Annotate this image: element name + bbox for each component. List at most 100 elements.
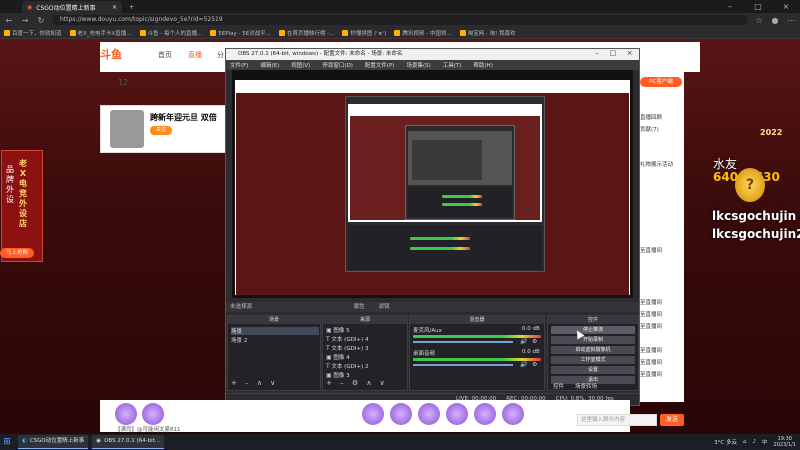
close-icon[interactable]: × <box>627 49 633 60</box>
speaker-icon[interactable]: 🔊 <box>520 361 527 368</box>
menu-tools[interactable]: 工具(T) <box>443 61 462 69</box>
tab-transitions[interactable]: 场景转场 <box>575 382 597 390</box>
bookmark-item[interactable]: 老X_充电手卡X直播... <box>69 29 132 37</box>
nav-home[interactable]: 首页 <box>158 50 172 60</box>
bookmark-item[interactable]: 5EPlay - 5E对战平... <box>210 29 271 37</box>
profile-icon[interactable]: ● <box>770 16 780 25</box>
refresh-icon[interactable]: ↻ <box>36 16 46 25</box>
settings-button[interactable]: 设置 <box>551 366 635 374</box>
gear-icon[interactable]: ⚙ <box>532 361 537 368</box>
clock[interactable]: 19:30 2023/1/1 <box>774 436 796 448</box>
tab-controls[interactable]: 控件 <box>553 382 564 390</box>
gift-icon[interactable] <box>446 403 468 425</box>
menu-icon[interactable]: ⋯ <box>786 16 796 25</box>
scene-toolbar[interactable]: + – ∧ ∨ <box>231 379 278 387</box>
douyu-logo[interactable]: 斗鱼 <box>100 46 136 64</box>
pc-client-button[interactable]: PC客户端 <box>640 77 682 87</box>
url-input[interactable]: https://www.douyu.com/topic/signdevo_5e?… <box>52 15 748 25</box>
taskbar-browser[interactable]: ◐ CSGO动位置睛上新事 <box>18 435 89 449</box>
weather[interactable]: 3°C 多云 <box>714 438 737 446</box>
ime-indicator[interactable]: 中 <box>762 438 768 446</box>
bookmark-item[interactable]: 百度一下，你就知道 <box>4 29 62 37</box>
nav-live[interactable]: 直播 <box>188 50 202 60</box>
dock-title: 控件 <box>548 316 638 324</box>
chat-line: 至直播间 <box>640 372 663 378</box>
chat-line: 贡献(7) <box>640 127 659 133</box>
bookmark-item[interactable]: 在首页播映行榜 -... <box>278 29 334 37</box>
nav-category[interactable]: 分 <box>217 50 224 60</box>
volume-slider[interactable] <box>413 341 513 343</box>
gift-icon[interactable] <box>142 403 164 425</box>
maximize-icon[interactable]: □ <box>609 49 616 60</box>
source-item[interactable]: T 文本 (GDI+) 3 <box>326 344 368 352</box>
chat-input[interactable]: 这里输入聊天内容 <box>577 414 657 426</box>
source-item[interactable]: ▣ 图像 4 <box>326 353 350 361</box>
menu-scenes[interactable]: 场景集(S) <box>406 61 430 69</box>
maximize-icon[interactable]: □ <box>744 0 772 13</box>
overlay-name: lkcsgochujin <box>712 209 797 223</box>
menu-view[interactable]: 视图(V) <box>291 61 310 69</box>
new-tab-button[interactable]: + <box>124 1 142 13</box>
forward-icon[interactable]: → <box>20 16 30 25</box>
audio-meter <box>410 237 470 240</box>
menu-profile[interactable]: 配置文件(P) <box>365 61 395 69</box>
streamer-avatar[interactable] <box>110 110 144 148</box>
follow-button[interactable]: 关注 <box>150 126 172 135</box>
volume-icon[interactable]: ♪ <box>753 439 757 445</box>
gear-icon[interactable]: ⚙ <box>532 338 537 345</box>
virtual-camera-button[interactable]: 启动虚拟摄像机 <box>551 346 635 354</box>
gift-icon[interactable] <box>418 403 440 425</box>
chat-line: 礼物展示活动 <box>640 162 674 168</box>
stop-streaming-button[interactable]: 停止推流 <box>551 326 635 334</box>
filters-button[interactable]: 滤镜 <box>379 304 390 310</box>
properties-button[interactable]: 属性 <box>354 304 365 310</box>
minimize-icon[interactable]: – <box>716 0 744 13</box>
overlay-name: lkcsgochujin2 <box>712 227 800 241</box>
minimize-icon[interactable]: – <box>595 49 599 60</box>
start-recording-button[interactable]: 开始录制 <box>551 336 635 344</box>
studio-mode-button[interactable]: 工作室模式 <box>551 356 635 364</box>
menu-help[interactable]: 帮助(H) <box>473 61 492 69</box>
bookmark-item[interactable]: 淘宝网 - 淘! 我喜欢 <box>459 29 516 37</box>
send-button[interactable]: 发送 <box>660 414 684 426</box>
ad-banner[interactable]: 老X电竞外设店 品牌外设 <box>1 150 43 262</box>
back-icon[interactable]: ← <box>4 16 14 25</box>
chat-line: 至直播间 <box>640 312 663 318</box>
volume-slider[interactable] <box>413 364 513 366</box>
browser-tab-active[interactable]: ◉ CSGO动位置睛上新事 × <box>22 1 122 13</box>
bookmark-item[interactable]: 腾讯视频 - 中国领... <box>394 29 452 37</box>
source-item[interactable]: ▣ 图像 5 <box>326 326 350 334</box>
scene-item[interactable]: 场景 <box>231 327 319 335</box>
speaker-icon[interactable]: 🔊 <box>520 338 527 345</box>
gift-icon[interactable] <box>390 403 412 425</box>
obs-icon: ◉ <box>96 438 102 444</box>
menu-file[interactable]: 文件(F) <box>230 61 248 69</box>
close-icon[interactable]: × <box>112 4 117 11</box>
windows-start-icon[interactable]: ⊞ <box>0 434 14 450</box>
gift-icon[interactable] <box>362 403 384 425</box>
source-toolbar[interactable]: + – ⚙ ∧ ∨ <box>326 379 388 387</box>
chat-line: 至直播间 <box>640 324 663 330</box>
scene-item[interactable]: 场景 2 <box>231 336 247 344</box>
menu-edit[interactable]: 编辑(E) <box>260 61 279 69</box>
bookmark-item[interactable]: 斗鱼 - 每个人的直播... <box>139 29 202 37</box>
source-item[interactable]: ▣ 图像 3 <box>326 371 350 379</box>
bookmark-item[interactable]: 秒懂拼图 (ᵔᴥᵔ) <box>342 29 386 37</box>
gift-icon[interactable] <box>115 403 137 425</box>
scenes-dock: 场景 场景 场景 2 + – ∧ ∨ <box>227 315 321 391</box>
close-window-icon[interactable]: × <box>772 0 800 13</box>
mixer-channel-db: 0.0 dB <box>522 326 540 332</box>
medal-year: 2022 <box>760 128 783 137</box>
gift-icon[interactable] <box>502 403 524 425</box>
source-item[interactable]: T 文本 (GDI+) 2 <box>326 362 368 370</box>
menu-docks[interactable]: 停靠窗口(D) <box>322 61 353 69</box>
taskbar-obs[interactable]: ◉ OBS 27.0.1 (64-bit... <box>92 435 165 449</box>
network-icon[interactable]: ⌂ <box>743 439 747 445</box>
source-item[interactable]: T 文本 (GDI+) 4 <box>326 335 368 343</box>
star-icon[interactable]: ☆ <box>754 16 764 25</box>
douyu-tab-icon: ◉ <box>27 3 33 11</box>
mixer-dock: 混音器 麦克风/Aux 0.0 dB 🔊 ⚙ 桌面音频 0.0 dB 🔊 ⚙ <box>409 315 545 391</box>
buy-button[interactable]: 马上抢购 <box>0 248 34 258</box>
dock-title: 混音器 <box>410 316 544 324</box>
gift-icon[interactable] <box>474 403 496 425</box>
